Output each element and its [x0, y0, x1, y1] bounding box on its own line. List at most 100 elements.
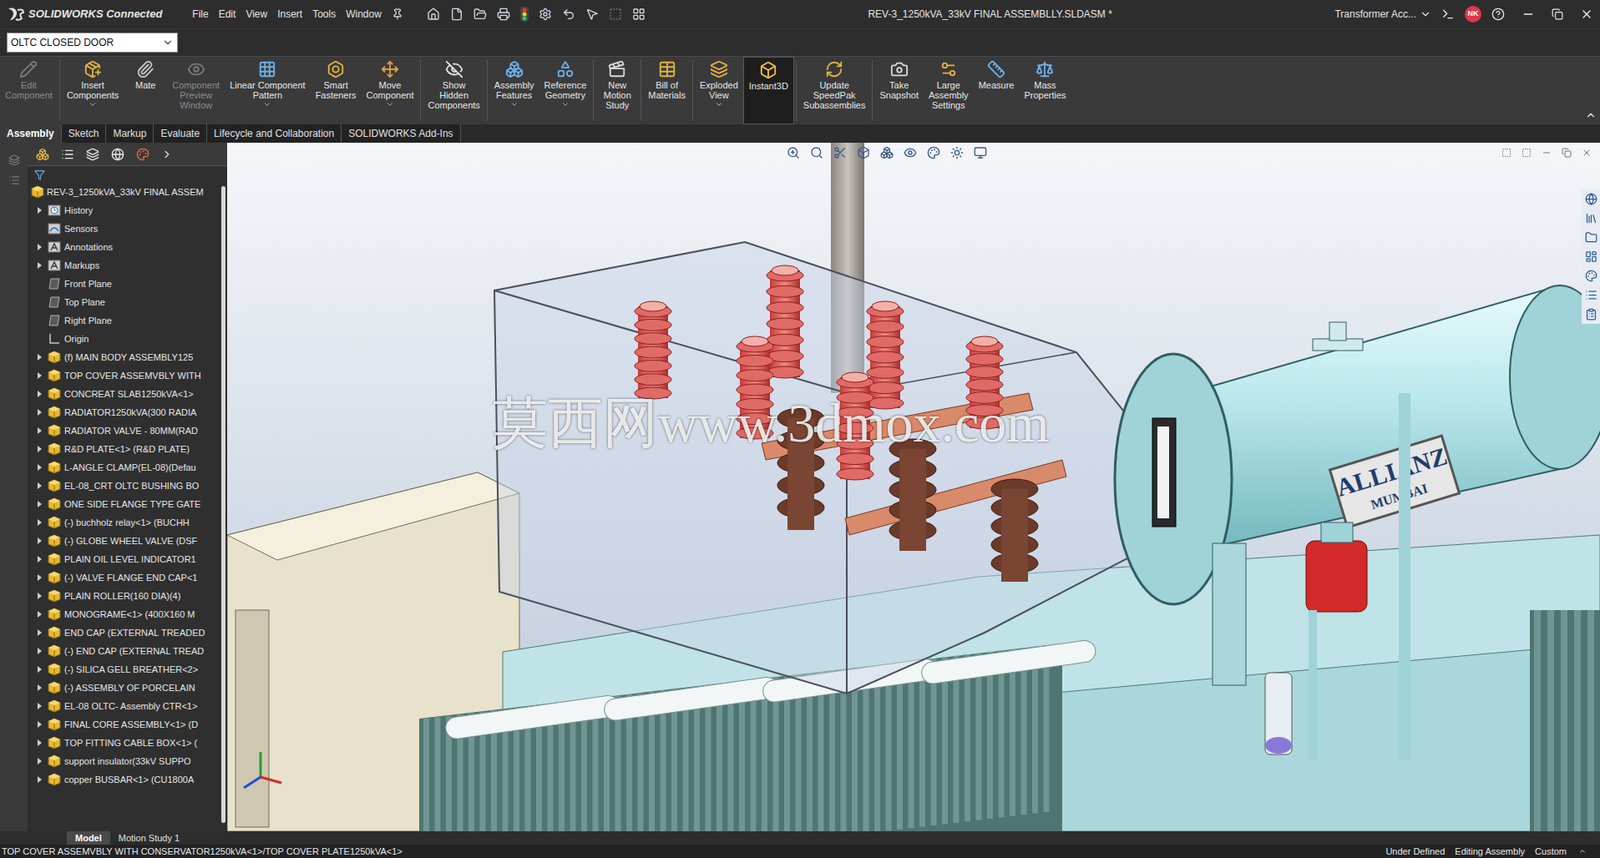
- expander-icon[interactable]: [34, 444, 45, 455]
- expander-icon[interactable]: [34, 260, 45, 271]
- expander-icon[interactable]: [34, 572, 45, 583]
- graphics-area[interactable]: ALLIANZMUMBAI莫西网www.3dmox.com: [227, 142, 1600, 832]
- dropdown-arrow-icon[interactable]: [385, 100, 395, 109]
- split-view-icon[interactable]: [1521, 147, 1532, 158]
- appearances-icon[interactable]: [1584, 269, 1598, 283]
- tree-item[interactable]: PLAIN ROLLER(160 DIA)(4): [27, 587, 219, 606]
- tree-item[interactable]: ONE SIDE FLANGE TYPE GATE: [27, 495, 219, 514]
- select-icon[interactable]: [585, 7, 599, 21]
- tree-root[interactable]: REV-3_1250kVA_33kV FINAL ASSEM: [27, 182, 219, 202]
- tree-item[interactable]: FINAL CORE ASSEMBLY<1> (D: [27, 715, 219, 735]
- command-tab[interactable]: Evaluate: [153, 124, 208, 143]
- hide-show-icon[interactable]: [903, 146, 917, 160]
- expander-icon[interactable]: [34, 646, 45, 657]
- tree-item[interactable]: Top Plane: [27, 293, 219, 312]
- tree-item[interactable]: CONCREAT SLAB1250kVA<1>: [27, 384, 219, 404]
- model-render[interactable]: ALLIANZMUMBAI: [227, 142, 1600, 832]
- ribbon-button[interactable]: MassProperties: [1018, 56, 1071, 125]
- tree-item[interactable]: PLAIN OIL LEVEL INDICATOR1: [27, 550, 219, 569]
- zoom-area-icon[interactable]: [810, 146, 824, 160]
- more-tabs-icon[interactable]: [161, 148, 173, 161]
- ribbon-button[interactable]: NewMotionStudy: [595, 56, 639, 125]
- collapse-ribbon-icon[interactable]: [1584, 109, 1597, 122]
- open-icon[interactable]: [473, 7, 487, 21]
- command-tab[interactable]: Assembly: [0, 124, 62, 143]
- print-icon[interactable]: [496, 7, 511, 21]
- menu-item[interactable]: View: [245, 6, 268, 22]
- dropdown-arrow-icon[interactable]: [714, 100, 724, 109]
- tree-item[interactable]: (f) MAIN BODY ASSEMBLY125: [27, 348, 219, 367]
- command-tab[interactable]: Markup: [106, 124, 154, 143]
- account-menu[interactable]: Transformer Acc...: [1334, 6, 1432, 22]
- help-icon[interactable]: [1491, 7, 1505, 21]
- scene-icon[interactable]: [950, 146, 964, 160]
- forum-icon[interactable]: [1584, 308, 1598, 321]
- panel-icon[interactable]: [8, 154, 21, 167]
- ribbon-button[interactable]: EditComponent: [0, 56, 58, 125]
- close-icon[interactable]: [1579, 7, 1594, 21]
- tree-item[interactable]: Front Plane: [27, 274, 219, 294]
- view-settings-icon[interactable]: [973, 146, 988, 160]
- expander-icon[interactable]: [34, 536, 45, 547]
- model-tab[interactable]: Motion Study 1: [110, 831, 188, 846]
- home-icon[interactable]: [426, 7, 441, 21]
- expander-icon[interactable]: [34, 719, 45, 730]
- ribbon-button[interactable]: ReferenceGeometry: [539, 56, 593, 125]
- ribbon-button[interactable]: Mate: [123, 56, 168, 125]
- command-tab[interactable]: Sketch: [61, 124, 107, 143]
- feature-manager-icon[interactable]: [35, 147, 50, 162]
- tree-item[interactable]: (-) END CAP (EXTERNAL TREAD: [27, 642, 219, 661]
- pin-icon[interactable]: [391, 8, 404, 21]
- close-icon[interactable]: [1581, 147, 1592, 158]
- panel-icon[interactable]: [8, 174, 21, 187]
- tree-item[interactable]: RADIATOR1250kVA(300 RADIA: [27, 403, 219, 422]
- dropdown-arrow-icon[interactable]: [88, 100, 97, 109]
- tree-item[interactable]: (-) ASSEMBLY OF PORCELAIN: [27, 678, 219, 698]
- ribbon-button[interactable]: ExplodedView: [694, 56, 744, 125]
- tree-item[interactable]: EL-08 OLTC- Assembly CTR<1>: [27, 697, 219, 716]
- rebuild-icon[interactable]: [520, 6, 529, 22]
- dimxpert-icon[interactable]: [111, 147, 125, 162]
- resources-icon[interactable]: [1584, 192, 1598, 206]
- tree-item[interactable]: Annotations: [27, 237, 219, 257]
- expander-icon[interactable]: [34, 407, 45, 418]
- tree-item[interactable]: TOP FITTING CABLE BOX<1> (: [27, 734, 219, 753]
- expander-icon[interactable]: [34, 609, 45, 620]
- tree-item[interactable]: (-) SILICA GELL BREATHER<2>: [27, 660, 219, 679]
- tree-item[interactable]: copper BUSBAR<1> (CU1800A: [27, 770, 219, 790]
- undo-icon[interactable]: [562, 7, 576, 21]
- tree-item[interactable]: MONOGRAME<1> (400X160 M: [27, 605, 219, 624]
- expander-icon[interactable]: [34, 370, 45, 381]
- tree-scrollbar[interactable]: [221, 186, 226, 824]
- ribbon-button[interactable]: ShowHiddenComponents: [422, 56, 485, 125]
- expander-icon[interactable]: [34, 664, 45, 675]
- tree-item[interactable]: END CAP (EXTERNAL TREADED: [27, 623, 219, 643]
- ribbon-button[interactable]: SmartFasteners: [310, 56, 362, 125]
- tree-item[interactable]: (-) VALVE FLANGE END CAP<1: [27, 568, 219, 588]
- ribbon-button[interactable]: Bill ofMaterials: [643, 56, 691, 125]
- tree-filter[interactable]: [27, 166, 228, 183]
- expander-icon[interactable]: [34, 756, 45, 767]
- model-tab[interactable]: Model: [66, 831, 111, 846]
- expander-icon[interactable]: [34, 683, 45, 694]
- expander-icon[interactable]: [34, 738, 45, 749]
- expander-icon[interactable]: [34, 591, 45, 602]
- expander-icon[interactable]: [34, 242, 45, 253]
- command-tab[interactable]: SOLIDWORKS Add-Ins: [341, 124, 461, 143]
- minimize-icon[interactable]: [1521, 7, 1535, 21]
- appearance-icon[interactable]: [926, 146, 941, 160]
- custom-properties-icon[interactable]: [1584, 288, 1598, 302]
- minimize-icon[interactable]: [1541, 147, 1552, 158]
- property-manager-icon[interactable]: [60, 147, 75, 162]
- expander-icon[interactable]: [34, 481, 45, 492]
- status-item[interactable]: Custom: [1529, 845, 1572, 858]
- ribbon-button[interactable]: LargeAssemblySettings: [923, 56, 974, 125]
- filter-icon[interactable]: [34, 169, 46, 181]
- ribbon-button[interactable]: Instant3D: [743, 56, 795, 125]
- expander-icon[interactable]: [34, 425, 45, 436]
- dropdown-arrow-icon[interactable]: [263, 100, 272, 109]
- user-avatar[interactable]: NK: [1464, 5, 1482, 23]
- expander-icon[interactable]: [34, 517, 45, 528]
- view-palette-icon[interactable]: [1584, 250, 1598, 264]
- dropdown-arrow-icon[interactable]: [510, 100, 519, 109]
